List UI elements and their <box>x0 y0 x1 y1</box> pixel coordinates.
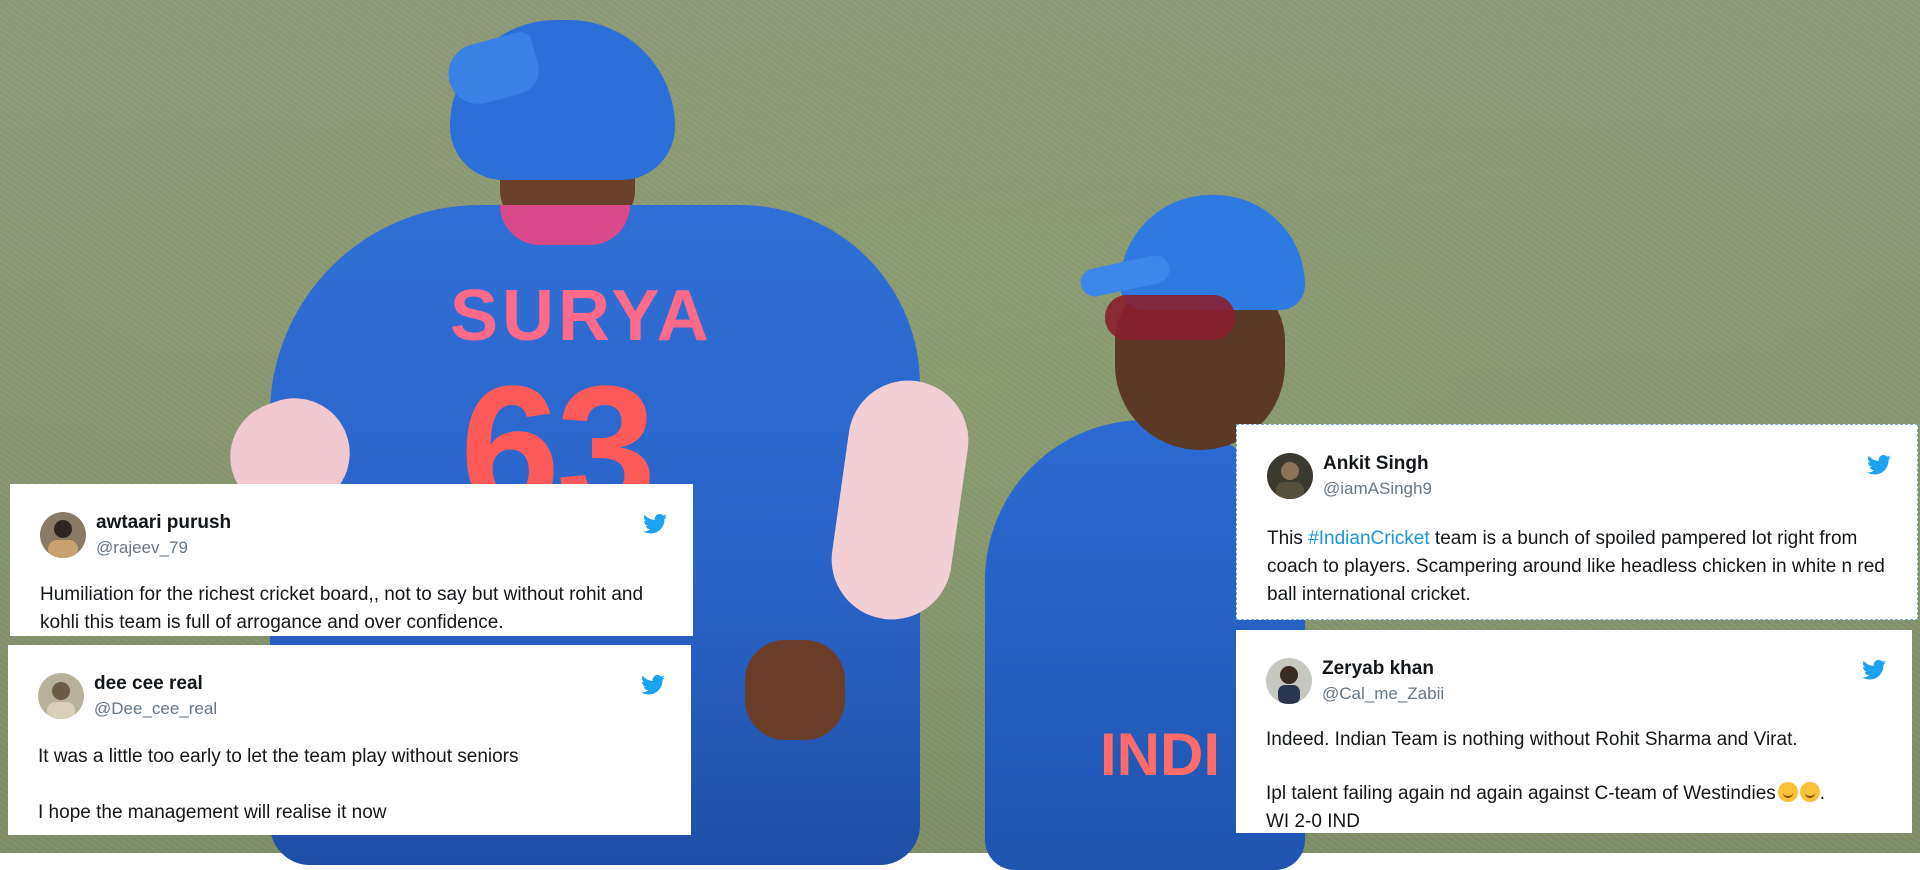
tweet-card[interactable]: dee cee real @Dee_cee_real It was a litt… <box>8 645 691 835</box>
tweet-body: Humiliation for the richest cricket boar… <box>40 581 669 637</box>
hashtag-link[interactable]: #IndianCricket <box>1308 528 1429 549</box>
tweet-author-name[interactable]: Ankit Singh <box>1323 453 1429 475</box>
tweet-card[interactable]: Zeryab khan @Cal_me_Zabii Indeed. Indian… <box>1236 630 1912 833</box>
tweet-text-line: Ipl talent failing again nd again agains… <box>1266 783 1776 804</box>
player-right-sunglasses <box>1105 295 1235 340</box>
tweet-author-name[interactable]: awtaari purush <box>96 512 231 534</box>
jersey-name: SURYA <box>450 276 713 356</box>
tweet-body: Indeed. Indian Team is nothing without R… <box>1266 726 1888 836</box>
tweet-author-handle[interactable]: @rajeev_79 <box>96 538 188 558</box>
tweet-author-name[interactable]: dee cee real <box>94 673 203 695</box>
tweet-text-start: This <box>1267 528 1309 549</box>
player-left-hand <box>745 640 845 740</box>
tweet-text: It was a little too early to let the tea… <box>38 746 519 767</box>
user-avatar[interactable] <box>38 673 84 719</box>
tweet-card[interactable]: Ankit Singh @iamASingh9 This #IndianCric… <box>1236 424 1918 620</box>
tweet-text: I hope the management will realise it no… <box>38 802 387 823</box>
tweet-score-line: WI 2-0 IND <box>1266 811 1360 832</box>
twitter-bird-icon[interactable] <box>1867 455 1891 475</box>
tweet-text: This #IndianCricket team is a bunch of s… <box>1267 525 1893 609</box>
tweet-body: It was a little too early to let the tea… <box>38 743 667 827</box>
tweet-author-handle[interactable]: @iamASingh9 <box>1323 479 1432 499</box>
tweet-text: Humiliation for the richest cricket boar… <box>40 584 644 633</box>
user-avatar[interactable] <box>1266 658 1312 704</box>
tweet-text: Ipl talent failing again nd again agains… <box>1266 782 1826 832</box>
user-avatar[interactable] <box>1267 453 1313 499</box>
tweet-author-handle[interactable]: @Dee_cee_real <box>94 699 217 719</box>
tweet-author-name[interactable]: Zeryab khan <box>1322 658 1434 680</box>
smiling-face-emoji-icon <box>1799 782 1820 802</box>
tweet-card[interactable]: awtaari purush @rajeev_79 Humiliation fo… <box>10 484 693 636</box>
smiling-face-emoji-icon <box>1777 782 1798 802</box>
user-avatar[interactable] <box>40 512 86 558</box>
player-right-jersey-text: INDI <box>1100 721 1220 788</box>
twitter-bird-icon[interactable] <box>641 675 665 695</box>
tweet-author-handle[interactable]: @Cal_me_Zabii <box>1322 684 1444 704</box>
twitter-bird-icon[interactable] <box>643 514 667 534</box>
twitter-bird-icon[interactable] <box>1862 660 1886 680</box>
player-left-collar <box>500 205 630 245</box>
tweet-body: This #IndianCricket team is a bunch of s… <box>1267 525 1893 609</box>
tweet-text: Indeed. Indian Team is nothing without R… <box>1266 729 1798 750</box>
